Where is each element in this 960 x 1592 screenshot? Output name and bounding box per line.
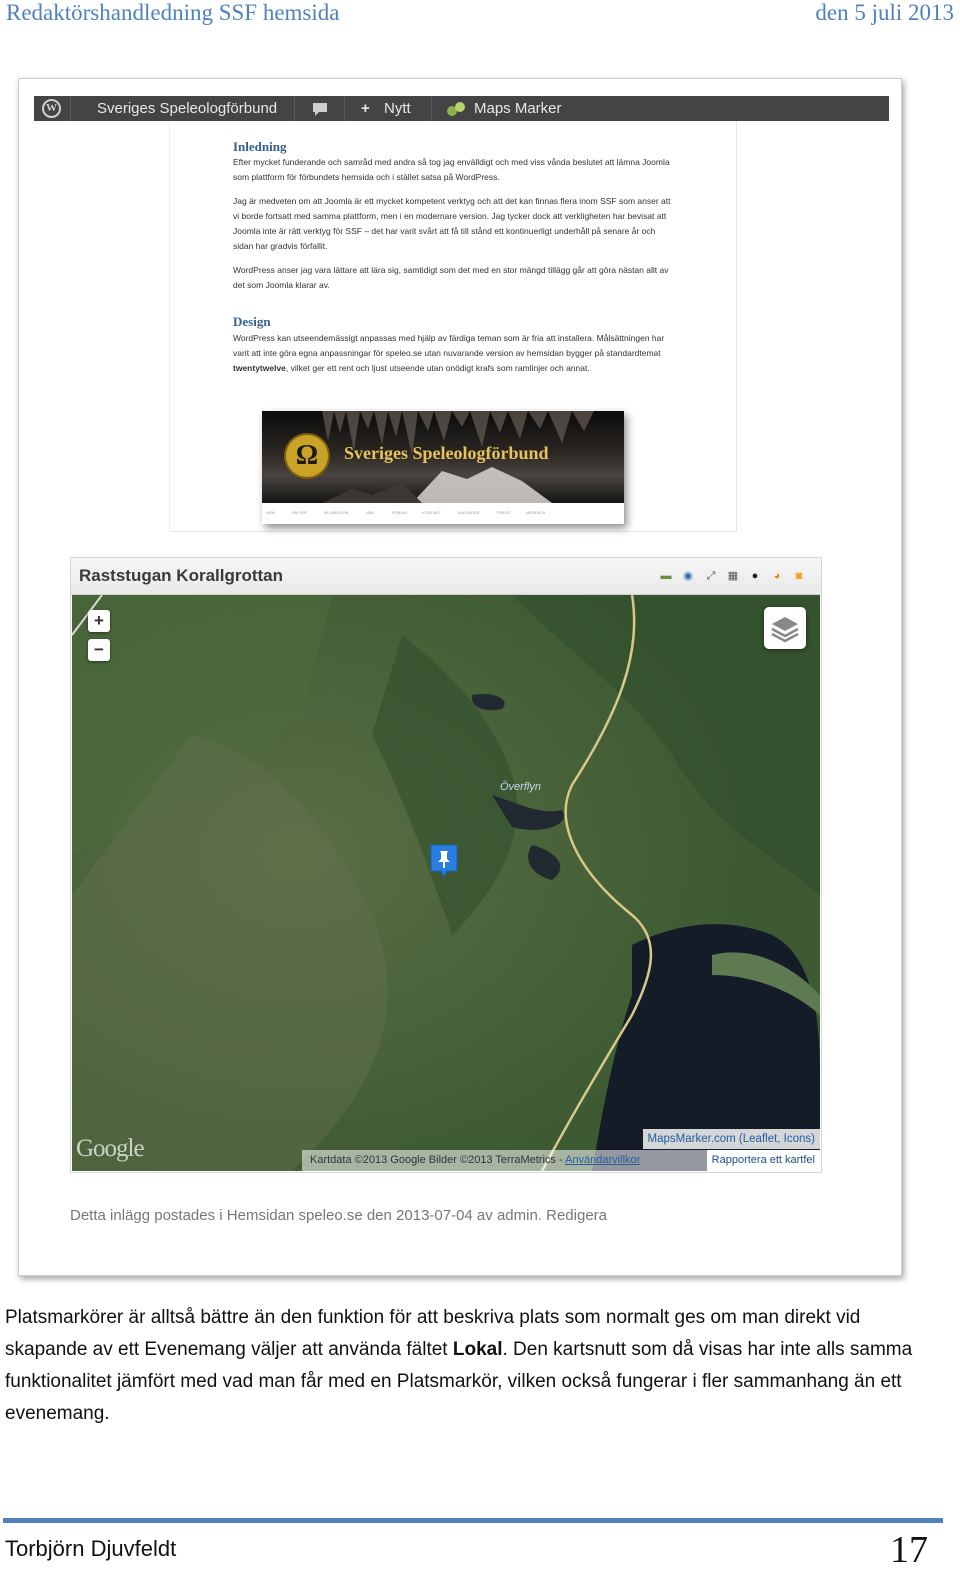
- paragraph: Jag är medveten om att Joomla är ett myc…: [233, 196, 671, 251]
- wordpress-logo-icon[interactable]: W: [42, 99, 61, 118]
- map-header: Raststugan Korallgrottan ▬ ◉ ⤢ ▦ ● ◕ ◙: [71, 558, 821, 595]
- nav-item[interactable]: HEM: [266, 510, 275, 515]
- divider: [431, 96, 432, 121]
- layers-button[interactable]: [764, 607, 806, 649]
- paragraph: WordPress anser jag vara lättare att lär…: [233, 265, 669, 290]
- globe-icon[interactable]: ◉: [681, 569, 695, 583]
- report-map-error-link[interactable]: Rapportera ett kartfel: [706, 1150, 820, 1171]
- document-date: den 5 juli 2013: [815, 0, 954, 25]
- page-header: Redaktörshandledning SSF hemsida den 5 j…: [0, 0, 960, 34]
- car-icon[interactable]: ▬: [659, 569, 673, 583]
- nav-item[interactable]: FORUM: [392, 510, 407, 515]
- nav-item[interactable]: MEDDELA: [526, 510, 545, 515]
- wheel-icon[interactable]: ●: [748, 569, 762, 583]
- nav-item[interactable]: OM SSF: [292, 510, 307, 515]
- divider: [294, 96, 295, 121]
- chrome-icon[interactable]: ◕: [770, 569, 784, 583]
- body-paragraph: Platsmarkörer är alltså bättre än den fu…: [5, 1307, 913, 1424]
- document-title: Redaktörshandledning SSF hemsida: [6, 0, 340, 25]
- nav-item[interactable]: VAD: [366, 510, 374, 515]
- site-banner: Ω Sveriges Speleologförbund HEM OM SSF B…: [262, 411, 624, 524]
- terms-link[interactable]: Användarvillkor: [565, 1154, 640, 1166]
- wp-admin-bar: W Sveriges Speleologförbund + Nytt Maps …: [34, 96, 889, 121]
- map-marker-pin-icon[interactable]: [429, 843, 459, 879]
- nav-item[interactable]: BLI MEDLEM: [324, 510, 348, 515]
- zoom-out-button[interactable]: −: [88, 639, 110, 661]
- satellite-map[interactable]: + − Överflyn Google MapsMarker.com (Leaf…: [72, 595, 820, 1171]
- nav-item[interactable]: KALENDER: [458, 510, 480, 515]
- paragraph: WordPress kan utseendemässigt anpassas m…: [233, 333, 665, 373]
- layers-icon: [771, 617, 799, 643]
- map-widget: Raststugan Korallgrottan ▬ ◉ ⤢ ▦ ● ◕ ◙ +…: [70, 557, 822, 1173]
- fullscreen-icon[interactable]: ⤢: [704, 569, 718, 583]
- banner-nav: HEM OM SSF BLI MEDLEM VAD FORUM KONTAKT …: [262, 503, 624, 524]
- qr-code-icon[interactable]: ▦: [726, 569, 740, 583]
- zoom-in-button[interactable]: +: [88, 610, 110, 632]
- ssf-emblem-icon: Ω: [284, 433, 330, 479]
- divider: [344, 96, 345, 121]
- divider: [70, 96, 71, 121]
- heading-intro: Inledning: [233, 139, 287, 154]
- banner-title: Sveriges Speleologförbund: [344, 443, 549, 463]
- website-screenshot: W Sveriges Speleologförbund + Nytt Maps …: [18, 78, 902, 1276]
- satellite-imagery: [72, 595, 820, 1171]
- admin-bar-site-name[interactable]: Sveriges Speleologförbund: [97, 96, 277, 121]
- page-number: 17: [890, 1529, 928, 1571]
- map-title: Raststugan Korallgrottan: [79, 566, 284, 585]
- heading-design: Design: [233, 314, 271, 329]
- post-meta: Detta inlägg postades i Hemsidan speleo.…: [70, 1207, 608, 1224]
- nav-item[interactable]: PRESS: [497, 510, 511, 515]
- footer-rule: [3, 1518, 943, 1523]
- nav-item[interactable]: KONTAKT: [422, 510, 441, 515]
- post-content-preview: Inledning Efter mycket funderande och sa…: [169, 121, 737, 532]
- plus-icon[interactable]: +: [361, 96, 370, 121]
- google-logo: Google: [76, 1135, 145, 1162]
- admin-bar-new[interactable]: Nytt: [384, 96, 411, 121]
- footer-author: Torbjörn Djuvfeldt: [5, 1536, 177, 1561]
- paragraph: Efter mycket funderande och samråd med a…: [233, 157, 670, 182]
- admin-bar-maps-marker[interactable]: Maps Marker: [474, 96, 562, 121]
- comments-icon[interactable]: [311, 96, 329, 121]
- place-label: Överflyn: [500, 781, 541, 793]
- banner-image: Ω Sveriges Speleologförbund: [262, 411, 624, 503]
- rss-icon[interactable]: ◙: [792, 569, 806, 583]
- mapsmarker-credits[interactable]: MapsMarker.com (Leaflet, Icons): [642, 1129, 820, 1149]
- maps-marker-icon: [446, 96, 470, 121]
